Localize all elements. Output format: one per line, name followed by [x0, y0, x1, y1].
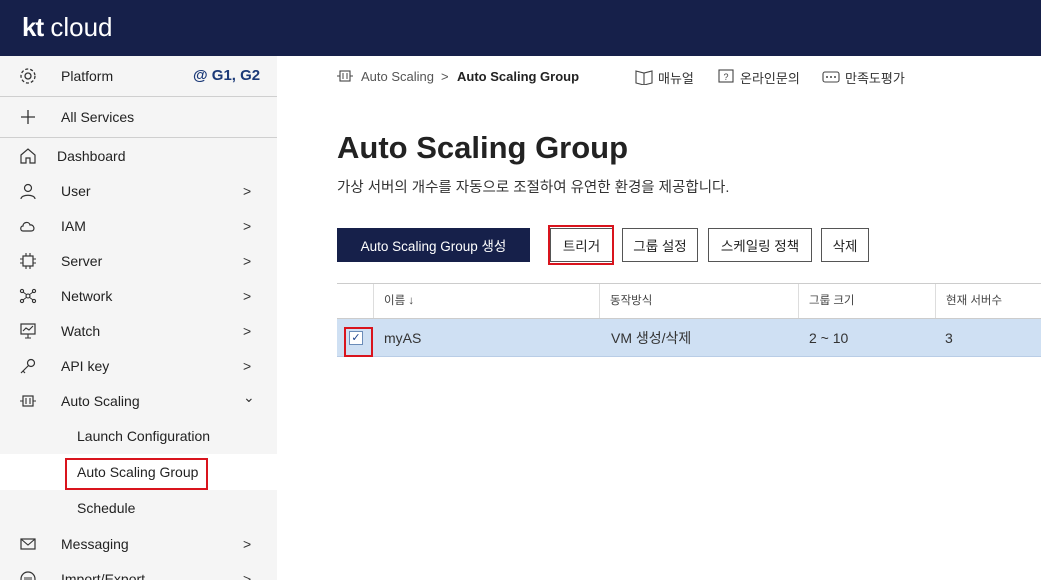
sidebar-item-label: Auto Scaling: [61, 393, 140, 409]
key-icon: [18, 356, 38, 376]
sidebar-all-services[interactable]: All Services: [0, 97, 277, 137]
column-header-mode[interactable]: 동작방식: [599, 284, 798, 318]
region-badge[interactable]: @ G1, G2: [193, 67, 260, 84]
question-icon: ?: [718, 69, 734, 90]
sidebar-item-server[interactable]: Server >: [0, 243, 277, 278]
chevron-down-icon: ⌄: [243, 389, 255, 405]
logo-mark: kt: [22, 12, 44, 42]
sidebar-subitem-schedule[interactable]: Schedule: [0, 490, 277, 526]
sidebar-item-auto-scaling[interactable]: Auto Scaling ⌄: [0, 383, 277, 418]
table-row[interactable]: ✓ myAS VM 생성/삭제 2 ~ 10 3: [337, 319, 1041, 357]
breadcrumb-parent[interactable]: Auto Scaling: [361, 69, 434, 84]
autoscaling-icon: [337, 69, 353, 88]
sidebar-subitem-label: Schedule: [77, 500, 136, 516]
main-content: Auto Scaling > Auto Scaling Group 매뉴얼 ? …: [277, 56, 1041, 580]
sidebar-subitem-launch-configuration[interactable]: Launch Configuration: [0, 418, 277, 454]
sidebar-item-label: Watch: [61, 323, 101, 339]
sidebar-item-label: User: [61, 183, 91, 199]
cloud-lock-icon: [18, 216, 38, 236]
select-column-header: [337, 284, 373, 318]
column-header-size[interactable]: 그룹 크기: [798, 284, 935, 318]
chevron-right-icon: >: [243, 323, 252, 339]
cell-size: 2 ~ 10: [809, 330, 849, 346]
sidebar-item-label: API key: [61, 358, 110, 374]
sidebar-subitem-label: Launch Configuration: [77, 428, 211, 444]
sidebar-item-dashboard[interactable]: Dashboard: [0, 138, 277, 173]
sidebar-item-user[interactable]: User >: [0, 173, 277, 208]
column-header-name[interactable]: 이름 ↓: [373, 284, 599, 318]
delete-button[interactable]: 삭제: [821, 228, 869, 262]
chevron-right-icon: >: [243, 253, 252, 269]
top-bar: kt cloud: [0, 0, 1041, 56]
sidebar-item-label: Server: [61, 253, 103, 269]
manual-label: 매뉴얼: [658, 71, 694, 86]
cell-mode: VM 생성/삭제: [611, 330, 692, 346]
user-icon: [18, 181, 38, 201]
highlight-box: [548, 225, 614, 265]
highlight-box: [65, 458, 208, 490]
monitor-icon: [18, 321, 38, 341]
mail-icon: [18, 534, 38, 554]
chip-icon: [18, 251, 38, 271]
table-header: 이름 ↓ 동작방식 그룹 크기 현재 서버수: [337, 283, 1041, 319]
sidebar-platform[interactable]: Platform @ G1, G2: [0, 56, 277, 96]
chevron-right-icon: >: [243, 288, 252, 304]
sidebar-item-label: Import/Export: [61, 571, 146, 580]
inquiry-label: 온라인문의: [740, 71, 800, 86]
gear-icon: [18, 66, 38, 86]
sidebar-item-watch[interactable]: Watch >: [0, 313, 277, 348]
page-title: Auto Scaling Group: [337, 130, 629, 165]
book-icon: [635, 69, 653, 90]
scaling-policy-button[interactable]: 스케일링 정책: [708, 228, 812, 262]
plus-icon: [18, 107, 38, 127]
group-settings-button[interactable]: 그룹 설정: [622, 228, 698, 262]
chevron-right-icon: >: [243, 571, 252, 580]
logo-text: cloud: [50, 12, 113, 42]
transfer-icon: [18, 569, 38, 580]
sidebar-item-label: Messaging: [61, 536, 129, 552]
all-services-label: All Services: [61, 109, 135, 125]
page-description: 가상 서버의 개수를 자동으로 조절하여 유연한 환경을 제공합니다.: [337, 180, 730, 196]
cell-name: myAS: [384, 330, 422, 346]
breadcrumb-current: Auto Scaling Group: [457, 69, 580, 84]
sidebar-item-iam[interactable]: IAM >: [0, 208, 277, 243]
sidebar-item-api-key[interactable]: API key >: [0, 348, 277, 383]
home-icon: [18, 146, 38, 166]
sidebar-item-import-export[interactable]: Import/Export >: [0, 561, 277, 580]
platform-label: Platform: [61, 68, 114, 84]
svg-text:?: ?: [723, 72, 728, 82]
cell-current: 3: [945, 330, 953, 346]
sidebar-item-label: IAM: [61, 218, 86, 234]
autoscaling-icon: [18, 391, 38, 411]
breadcrumb-separator: >: [441, 69, 449, 84]
kt-cloud-logo[interactable]: kt cloud: [22, 12, 113, 42]
chevron-right-icon: >: [243, 218, 252, 234]
column-header-current[interactable]: 현재 서버수: [935, 284, 1041, 318]
network-icon: [18, 286, 38, 306]
chat-dots-icon: [822, 70, 840, 89]
sidebar-item-network[interactable]: Network >: [0, 278, 277, 313]
sidebar-item-messaging[interactable]: Messaging >: [0, 526, 277, 561]
survey-label: 만족도평가: [845, 71, 905, 86]
chevron-right-icon: >: [243, 358, 252, 374]
create-group-button[interactable]: Auto Scaling Group 생성: [337, 228, 530, 262]
sidebar: Platform @ G1, G2 All Services Dashboard…: [0, 56, 277, 580]
chevron-right-icon: >: [243, 536, 252, 552]
highlight-box: [344, 327, 373, 357]
chevron-right-icon: >: [243, 183, 252, 199]
sidebar-item-label: Dashboard: [57, 148, 126, 164]
sidebar-item-label: Network: [61, 288, 113, 304]
